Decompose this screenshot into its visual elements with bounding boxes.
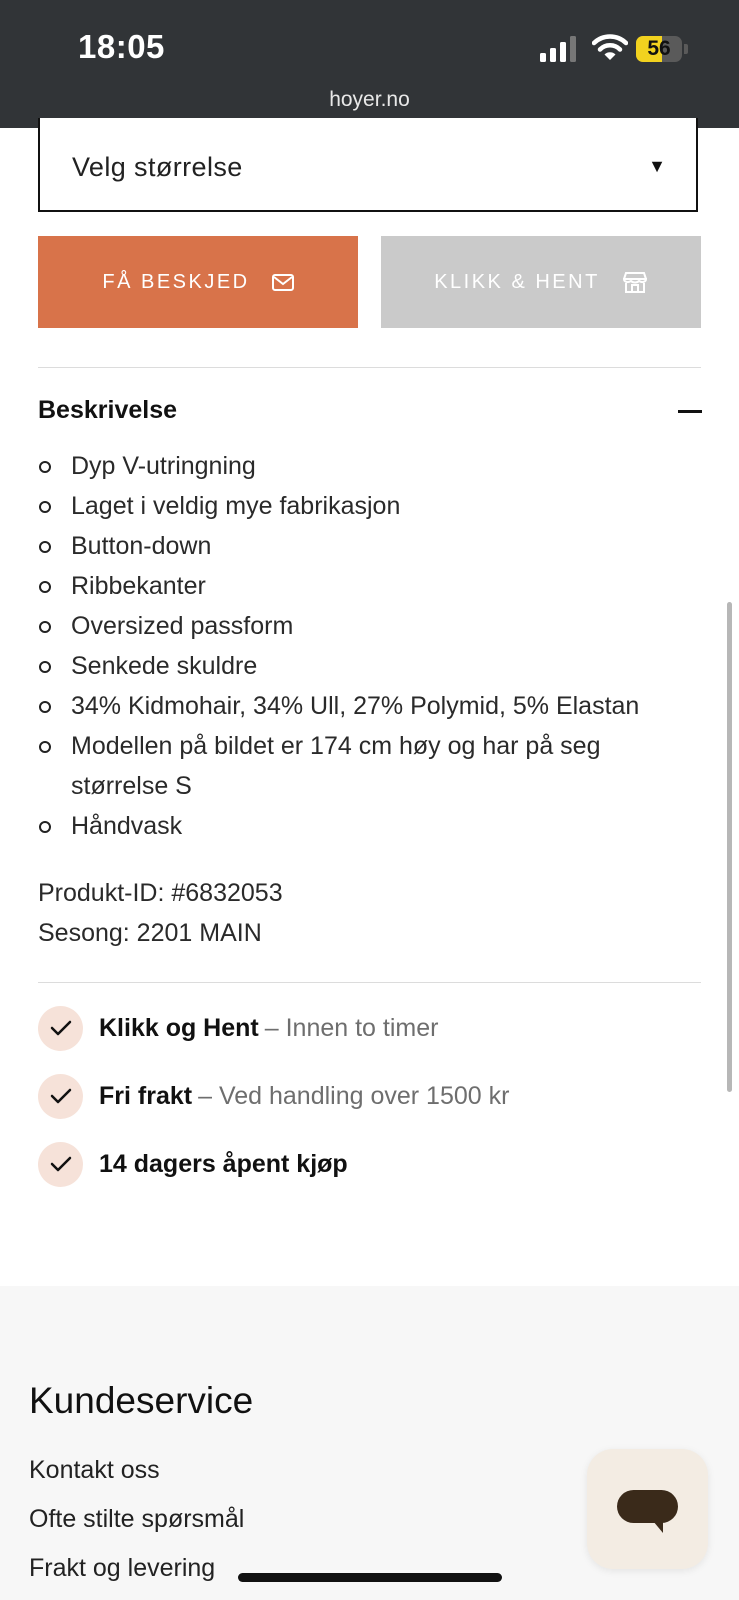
click-and-collect-label: KLIKK & HENT xyxy=(434,270,600,293)
size-select[interactable]: Velg størrelse ▼ xyxy=(38,118,698,212)
status-time: 18:05 xyxy=(78,28,165,65)
battery-level: 56 xyxy=(647,37,671,60)
product-id: Produkt-ID: #6832053 xyxy=(38,879,283,907)
footer-heading: Kundeservice xyxy=(29,1380,254,1421)
address-bar-url[interactable]: hoyer.no xyxy=(0,88,739,112)
product-meta: Produkt-ID: #6832053 Sesong: 2201 MAIN xyxy=(38,873,283,953)
feature-free-shipping: Fri frakt – Ved handling over 1500 kr xyxy=(38,1073,509,1119)
list-item: Modellen på bildet er 174 cm høy og har … xyxy=(38,726,698,806)
footer-link-contact[interactable]: Kontakt oss xyxy=(29,1456,160,1485)
size-select-label: Velg størrelse xyxy=(72,152,243,182)
checkmark-icon xyxy=(38,1073,83,1119)
chat-button[interactable] xyxy=(587,1449,708,1569)
home-indicator xyxy=(238,1573,502,1582)
battery-tip xyxy=(684,44,688,54)
list-item: Laget i veldig mye fabrikasjon xyxy=(38,486,698,526)
list-item: Håndvask xyxy=(38,806,698,846)
scrollbar[interactable] xyxy=(727,602,732,1092)
feature-title: Klikk og Hent xyxy=(99,1013,259,1042)
cellular-signal-icon xyxy=(540,36,576,62)
list-item: Dyp V-utringning xyxy=(38,446,698,486)
list-item: Button-down xyxy=(38,526,698,566)
feature-title: 14 dagers åpent kjøp xyxy=(99,1149,348,1178)
divider xyxy=(38,367,701,368)
notify-me-label: FÅ BESKJED xyxy=(102,270,250,293)
dropdown-arrow-icon: ▼ xyxy=(648,156,666,176)
footer-link-faq[interactable]: Ofte stilte spørsmål xyxy=(29,1505,244,1534)
checkmark-icon xyxy=(38,1005,83,1051)
feature-click-collect: Klikk og Hent – Innen to timer xyxy=(38,1005,438,1051)
store-icon xyxy=(622,271,648,293)
status-bar: 18:05 56 hoyer.no xyxy=(0,0,739,128)
checkmark-icon xyxy=(38,1141,83,1187)
feature-detail: – Innen to timer xyxy=(264,1013,439,1042)
divider xyxy=(38,982,701,983)
footer-link-shipping[interactable]: Frakt og levering xyxy=(29,1554,215,1583)
list-item: Ribbekanter xyxy=(38,566,698,606)
click-and-collect-button[interactable]: KLIKK & HENT xyxy=(381,236,701,328)
description-list: Dyp V-utringning Laget i veldig mye fabr… xyxy=(38,446,698,846)
list-item: Senkede skuldre xyxy=(38,646,698,686)
description-heading[interactable]: Beskrivelse xyxy=(38,396,177,425)
chat-bubble-icon xyxy=(617,1490,678,1533)
product-season: Sesong: 2201 MAIN xyxy=(38,919,262,947)
list-item: 34% Kidmohair, 34% Ull, 27% Polymid, 5% … xyxy=(38,686,698,726)
wifi-icon xyxy=(592,34,628,60)
battery-icon: 56 xyxy=(636,36,682,62)
notify-me-button[interactable]: FÅ BESKJED xyxy=(38,236,358,328)
feature-open-purchase: 14 dagers åpent kjøp xyxy=(38,1141,348,1187)
list-item: Oversized passform xyxy=(38,606,698,646)
envelope-icon xyxy=(271,273,294,291)
feature-title: Fri frakt xyxy=(99,1081,193,1110)
feature-detail: – Ved handling over 1500 kr xyxy=(198,1081,510,1110)
collapse-minus-icon[interactable] xyxy=(678,410,702,413)
